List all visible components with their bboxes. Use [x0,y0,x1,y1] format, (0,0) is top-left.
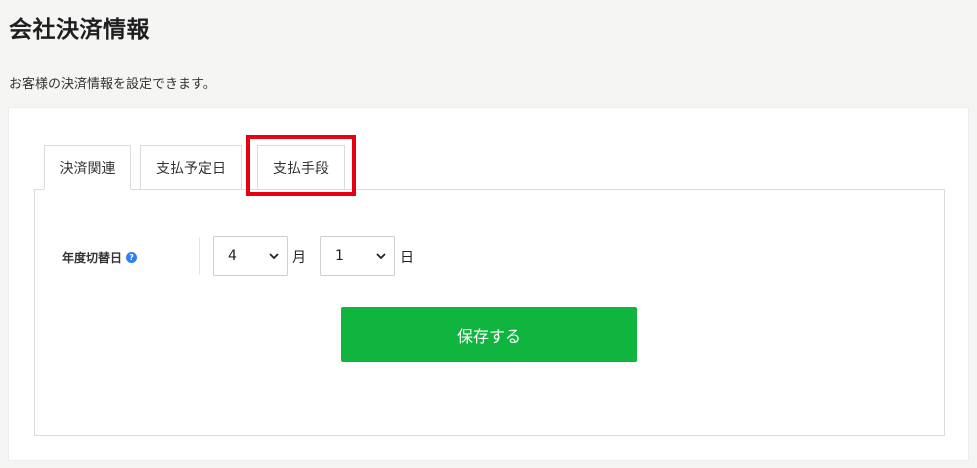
month-select[interactable]: 4 [213,236,288,276]
tab-payment-schedule[interactable]: 支払予定日 [140,145,242,190]
chevron-down-icon [376,253,386,260]
fiscal-year-label-text: 年度切替日 [62,251,123,265]
tab-label: 決済関連 [59,160,116,177]
day-select-value: 1 [335,248,344,264]
save-button[interactable]: 保存する [341,307,637,362]
tab-payment-related[interactable]: 決済関連 [44,145,131,190]
tab-label: 支払予定日 [156,160,226,177]
day-select[interactable]: 1 [320,236,395,276]
chevron-down-icon [269,253,279,260]
month-unit-label: 月 [292,250,306,266]
day-unit-label: 日 [400,250,414,266]
fiscal-year-field-label: 年度切替日 ? [62,249,138,266]
page-title: 会社決済情報 [9,17,150,43]
question-circle-icon[interactable]: ? [126,252,138,263]
month-select-value: 4 [228,248,237,264]
page-description: お客様の決済情報を設定できます。 [9,77,216,92]
highlight-annotation-box [246,135,356,196]
label-divider [199,237,200,275]
